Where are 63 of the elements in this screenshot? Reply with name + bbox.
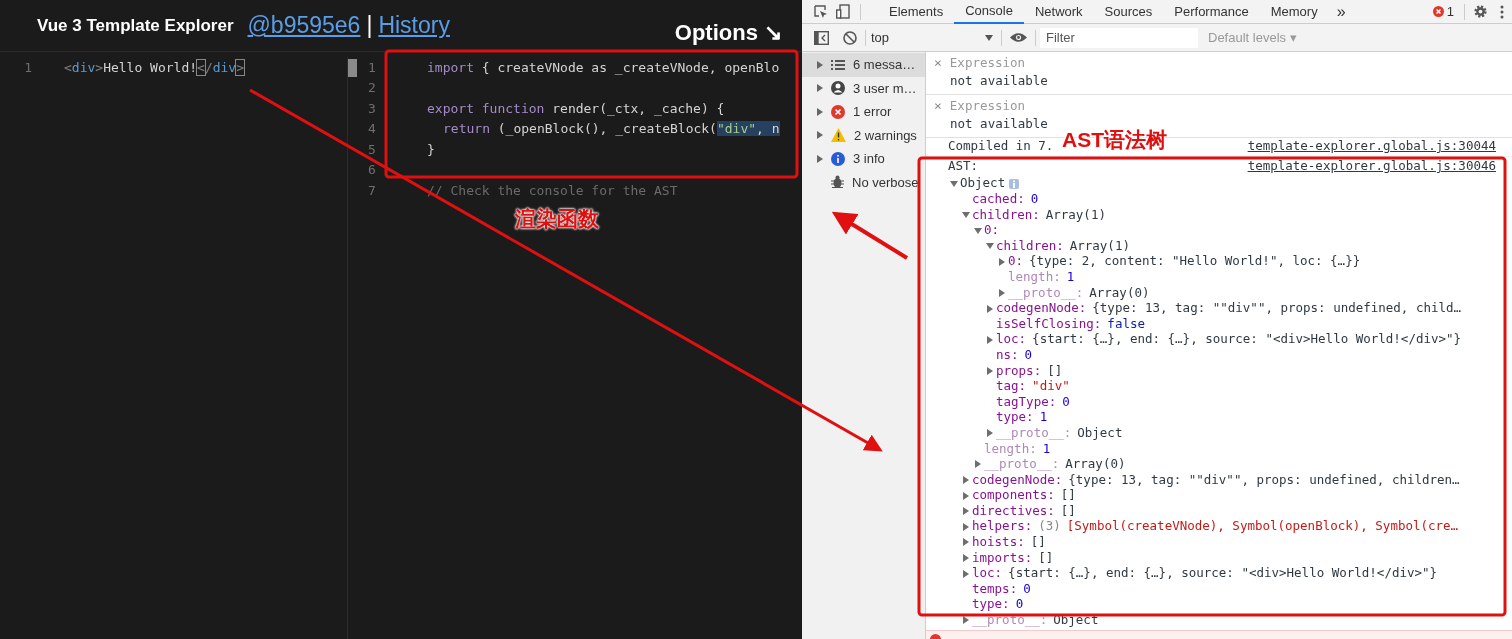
remove-expression-icon[interactable]: × — [934, 53, 942, 73]
source-link[interactable]: template-explorer.global.js:30044 — [1247, 137, 1496, 156]
line-number: 6 — [367, 161, 377, 179]
property-value: Array(1) — [1045, 205, 1106, 224]
annotation-label: 渲染函数 — [515, 206, 599, 232]
property-value: Array(0) — [1089, 283, 1150, 302]
message-filter-item[interactable]: 3 user m… — [802, 76, 925, 100]
commit-link[interactable]: @b9595e6 — [247, 8, 361, 43]
code-line: } — [427, 140, 435, 159]
code-line: import { createVNode as _createVNode, openBlo — [427, 58, 780, 77]
message-filter-item[interactable]: 6 messa… — [802, 53, 925, 77]
filter-label: 6 messa… — [853, 56, 916, 74]
property-value: 1 — [1066, 268, 1075, 286]
filter-label: 2 warnings — [854, 126, 917, 145]
line-number: 4 — [367, 120, 377, 138]
property-value: Array(1) — [1069, 236, 1130, 255]
devtools-tab[interactable]: Elements — [878, 0, 955, 24]
remove-expression-icon[interactable]: × — [934, 96, 942, 116]
line-number: 3 — [367, 99, 377, 118]
context-select[interactable]: top — [871, 27, 1001, 48]
property-value: Object — [1077, 423, 1123, 442]
expression-value: not available — [949, 72, 1049, 90]
filter-label: 1 error — [853, 103, 892, 121]
devtools-tab[interactable]: Memory — [1259, 0, 1329, 24]
property-value: Array(0) — [1065, 455, 1126, 474]
line-number: 2 — [367, 79, 377, 97]
line-number: 1 — [23, 58, 33, 77]
code-line: export function render(_ctx, _cache) { — [427, 99, 725, 118]
message-filter-item[interactable]: 2 warnings — [802, 123, 925, 147]
property-value: 0 — [1015, 596, 1024, 614]
property-value: {start: {…}, end: {…}, source: "<div>Hello World!</div>"} — [1032, 331, 1462, 349]
property-value: false — [1107, 315, 1145, 333]
source-link[interactable]: template-explorer.global.js:30046 — [1247, 157, 1496, 176]
property-value: {type: 13, tag: ""div"", props: undefined, children… — [1068, 471, 1460, 489]
filter-label: 3 info — [853, 150, 885, 168]
annotation-label: AST语法树 — [1062, 127, 1167, 153]
code-line: return (_openBlock(), _createBlock("div", n — [442, 120, 780, 138]
property-value: {type: 2, content: "Hello World!", loc: {…}} — [1029, 253, 1361, 271]
property-value: 0 — [1024, 345, 1033, 364]
property-value: 1 — [1042, 440, 1051, 458]
filter-label: 3 user m… — [853, 79, 917, 98]
log-message: Compiled in 7. — [948, 137, 1054, 156]
object-label: Object — [960, 174, 1006, 193]
app-title: Vue 3 Template Explorer — [37, 14, 234, 37]
line-number: 1 — [367, 58, 377, 77]
error-count[interactable]: 1 — [1446, 1, 1454, 22]
line-number: 5 — [367, 140, 377, 159]
message-filter-item[interactable]: 3 info — [802, 147, 925, 171]
devtools-tab[interactable]: Performance — [1163, 0, 1260, 24]
line-number: 7 — [367, 181, 377, 200]
more-tabs-button[interactable]: » — [1328, 0, 1354, 24]
options-button[interactable]: Options ↘ — [674, 16, 782, 49]
property-value: [Symbol(createVNode), Symbol(openBlock), Symbol(cre… — [1066, 517, 1459, 536]
link-separator: | — [366, 11, 373, 41]
property-value: 0 — [1030, 190, 1039, 208]
history-link[interactable]: History — [378, 8, 450, 43]
property-value: [] — [1047, 361, 1063, 380]
devtools-tab[interactable]: Network — [1023, 0, 1094, 24]
log-message: AST: — [948, 157, 979, 176]
message-filter-item[interactable]: 1 error — [802, 100, 925, 124]
devtools-tab[interactable]: Sources — [1093, 0, 1164, 24]
expression-value: not available — [949, 115, 1049, 133]
filter-field[interactable]: Filter — [1040, 27, 1198, 48]
